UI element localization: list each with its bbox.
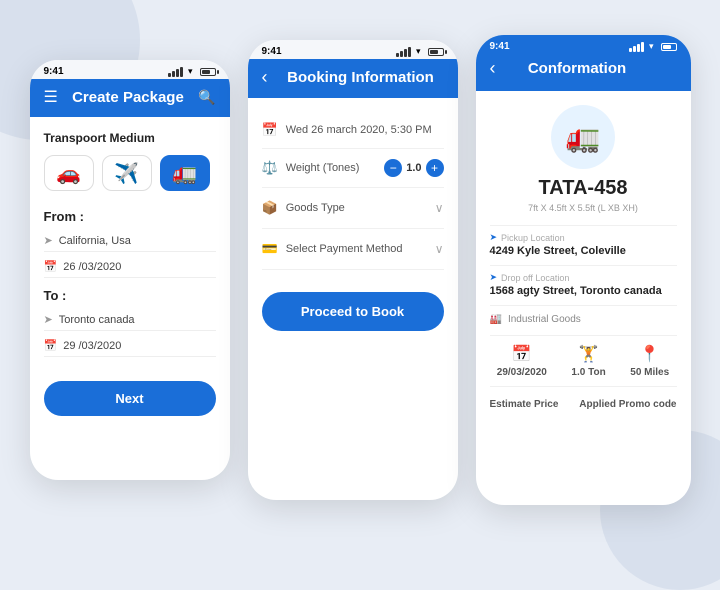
datetime-row: 📅 Wed 26 march 2020, 5:30 PM [262, 112, 444, 149]
pickup-block: ➤ Pickup Location 4249 Kyle Street, Cole… [490, 232, 677, 257]
status-time-1: 9:41 [44, 66, 64, 77]
datetime-value: Wed 26 march 2020, 5:30 PM [286, 124, 444, 136]
goods-type-row[interactable]: 📦 Goods Type ∨ [262, 188, 444, 229]
from-label: From : [44, 209, 216, 224]
payment-row[interactable]: 💳 Select Payment Method ∨ [262, 229, 444, 270]
date-chip-value: 29/03/2020 [497, 367, 547, 378]
dropoff-block: ➤ Drop off Location 1568 agty Street, To… [490, 272, 677, 297]
from-section: From : ➤ California, Usa 📅 26 /03/2020 [44, 209, 216, 278]
to-calendar-icon: 📅 [44, 339, 58, 352]
distance-chip-icon: 📍 [640, 344, 660, 364]
bottom-links: Estimate Price Applied Promo code [490, 395, 677, 414]
phone3-title: Conformation [506, 60, 649, 77]
payment-label: Select Payment Method [286, 243, 427, 255]
status-icons-2: ▾ [396, 46, 444, 57]
to-location-row: ➤ Toronto canada [44, 309, 216, 331]
to-location-icon: ➤ [44, 313, 53, 326]
to-section: To : ➤ Toronto canada 📅 29 /03/2020 [44, 288, 216, 357]
from-date-row: 📅 26 /03/2020 [44, 256, 216, 278]
weight-icon: ⚖️ [262, 160, 278, 176]
back-button-3[interactable]: ‹ [490, 58, 496, 79]
to-location: Toronto canada [59, 314, 135, 326]
distance-chip: 📍 50 Miles [630, 344, 669, 378]
phone1-title: Create Package [58, 89, 198, 106]
from-date: 26 /03/2020 [63, 261, 121, 273]
status-time-2: 9:41 [262, 46, 282, 57]
info-chips: 📅 29/03/2020 🏋 1.0 Ton 📍 50 Miles [490, 335, 677, 387]
phone2-header: ‹ Booking Information [248, 59, 458, 98]
phone3-header: ‹ Conformation [476, 54, 691, 91]
transport-plane[interactable]: ✈️ [102, 155, 152, 191]
search-icon[interactable]: 🔍 [198, 89, 215, 106]
distance-chip-value: 50 Miles [630, 367, 669, 378]
weight-label: Weight (Tones) [286, 162, 377, 174]
phone1-header: ☰ Create Package 🔍 [30, 79, 230, 117]
weight-increase-button[interactable]: + [426, 159, 444, 177]
phone2-title: Booking Information [278, 69, 444, 86]
vehicle-id: TATA-458 [490, 177, 677, 200]
estimate-price-link[interactable]: Estimate Price [490, 399, 559, 410]
goods-chevron-icon: ∨ [435, 201, 444, 215]
date-chip: 📅 29/03/2020 [497, 344, 547, 378]
weight-control: − 1.0 + [384, 159, 443, 177]
goods-type-label: Goods Type [286, 202, 427, 214]
calendar-icon: 📅 [44, 260, 58, 273]
pickup-value: 4249 Kyle Street, Coleville [490, 245, 677, 257]
weight-chip-value: 1.0 Ton [571, 367, 605, 378]
weight-row: ⚖️ Weight (Tones) − 1.0 + [262, 149, 444, 188]
weight-chip-icon: 🏋 [579, 344, 599, 364]
dropoff-value: 1568 agty Street, Toronto canada [490, 285, 677, 297]
transport-car[interactable]: 🚗 [44, 155, 94, 191]
vehicle-dimensions: 7ft X 4.5ft X 5.5ft (L XB XH) [490, 203, 677, 213]
weight-decrease-button[interactable]: − [384, 159, 402, 177]
status-time-3: 9:41 [490, 41, 510, 52]
transport-label: Transpoort Medium [44, 131, 216, 145]
payment-chevron-icon: ∨ [435, 242, 444, 256]
phone3: 9:41 ▾ ‹ Conformation 🚛 TATA-458 7ft X 4… [476, 35, 691, 505]
date-chip-icon: 📅 [512, 344, 532, 364]
transport-options: 🚗 ✈️ 🚛 [44, 155, 216, 191]
weight-chip: 🏋 1.0 Ton [571, 344, 605, 378]
to-label: To : [44, 288, 216, 303]
status-icons-1: ▾ [168, 66, 216, 77]
truck-avatar: 🚛 [551, 105, 615, 169]
transport-truck[interactable]: 🚛 [160, 155, 210, 191]
to-date: 29 /03/2020 [63, 340, 121, 352]
back-button-2[interactable]: ‹ [262, 67, 268, 88]
next-button[interactable]: Next [44, 381, 216, 416]
pickup-label: ➤ Pickup Location [490, 232, 677, 243]
from-location: California, Usa [59, 235, 131, 247]
dropoff-label: ➤ Drop off Location [490, 272, 677, 283]
to-date-row: 📅 29 /03/2020 [44, 335, 216, 357]
from-location-row: ➤ California, Usa [44, 230, 216, 252]
weight-value: 1.0 [406, 162, 421, 174]
proceed-button[interactable]: Proceed to Book [262, 292, 444, 331]
dropoff-icon: ➤ [490, 272, 498, 283]
phone1: 9:41 ▾ ☰ Create Package 🔍 Transpoort Med… [30, 60, 230, 480]
phone2: 9:41 ▾ ‹ Booking Information 📅 Wed 26 ma… [248, 40, 458, 500]
datetime-icon: 📅 [262, 122, 278, 138]
promo-code-link[interactable]: Applied Promo code [579, 399, 676, 410]
menu-icon[interactable]: ☰ [44, 87, 58, 107]
payment-icon: 💳 [262, 241, 278, 257]
goods-type-icon: 🏭 [490, 314, 502, 325]
pickup-icon: ➤ [490, 232, 498, 243]
location-icon: ➤ [44, 234, 53, 247]
goods-label: 🏭 Industrial Goods [490, 314, 677, 325]
goods-type-value: Industrial Goods [508, 314, 581, 325]
status-icons-3: ▾ [629, 41, 677, 52]
goods-icon: 📦 [262, 200, 278, 216]
